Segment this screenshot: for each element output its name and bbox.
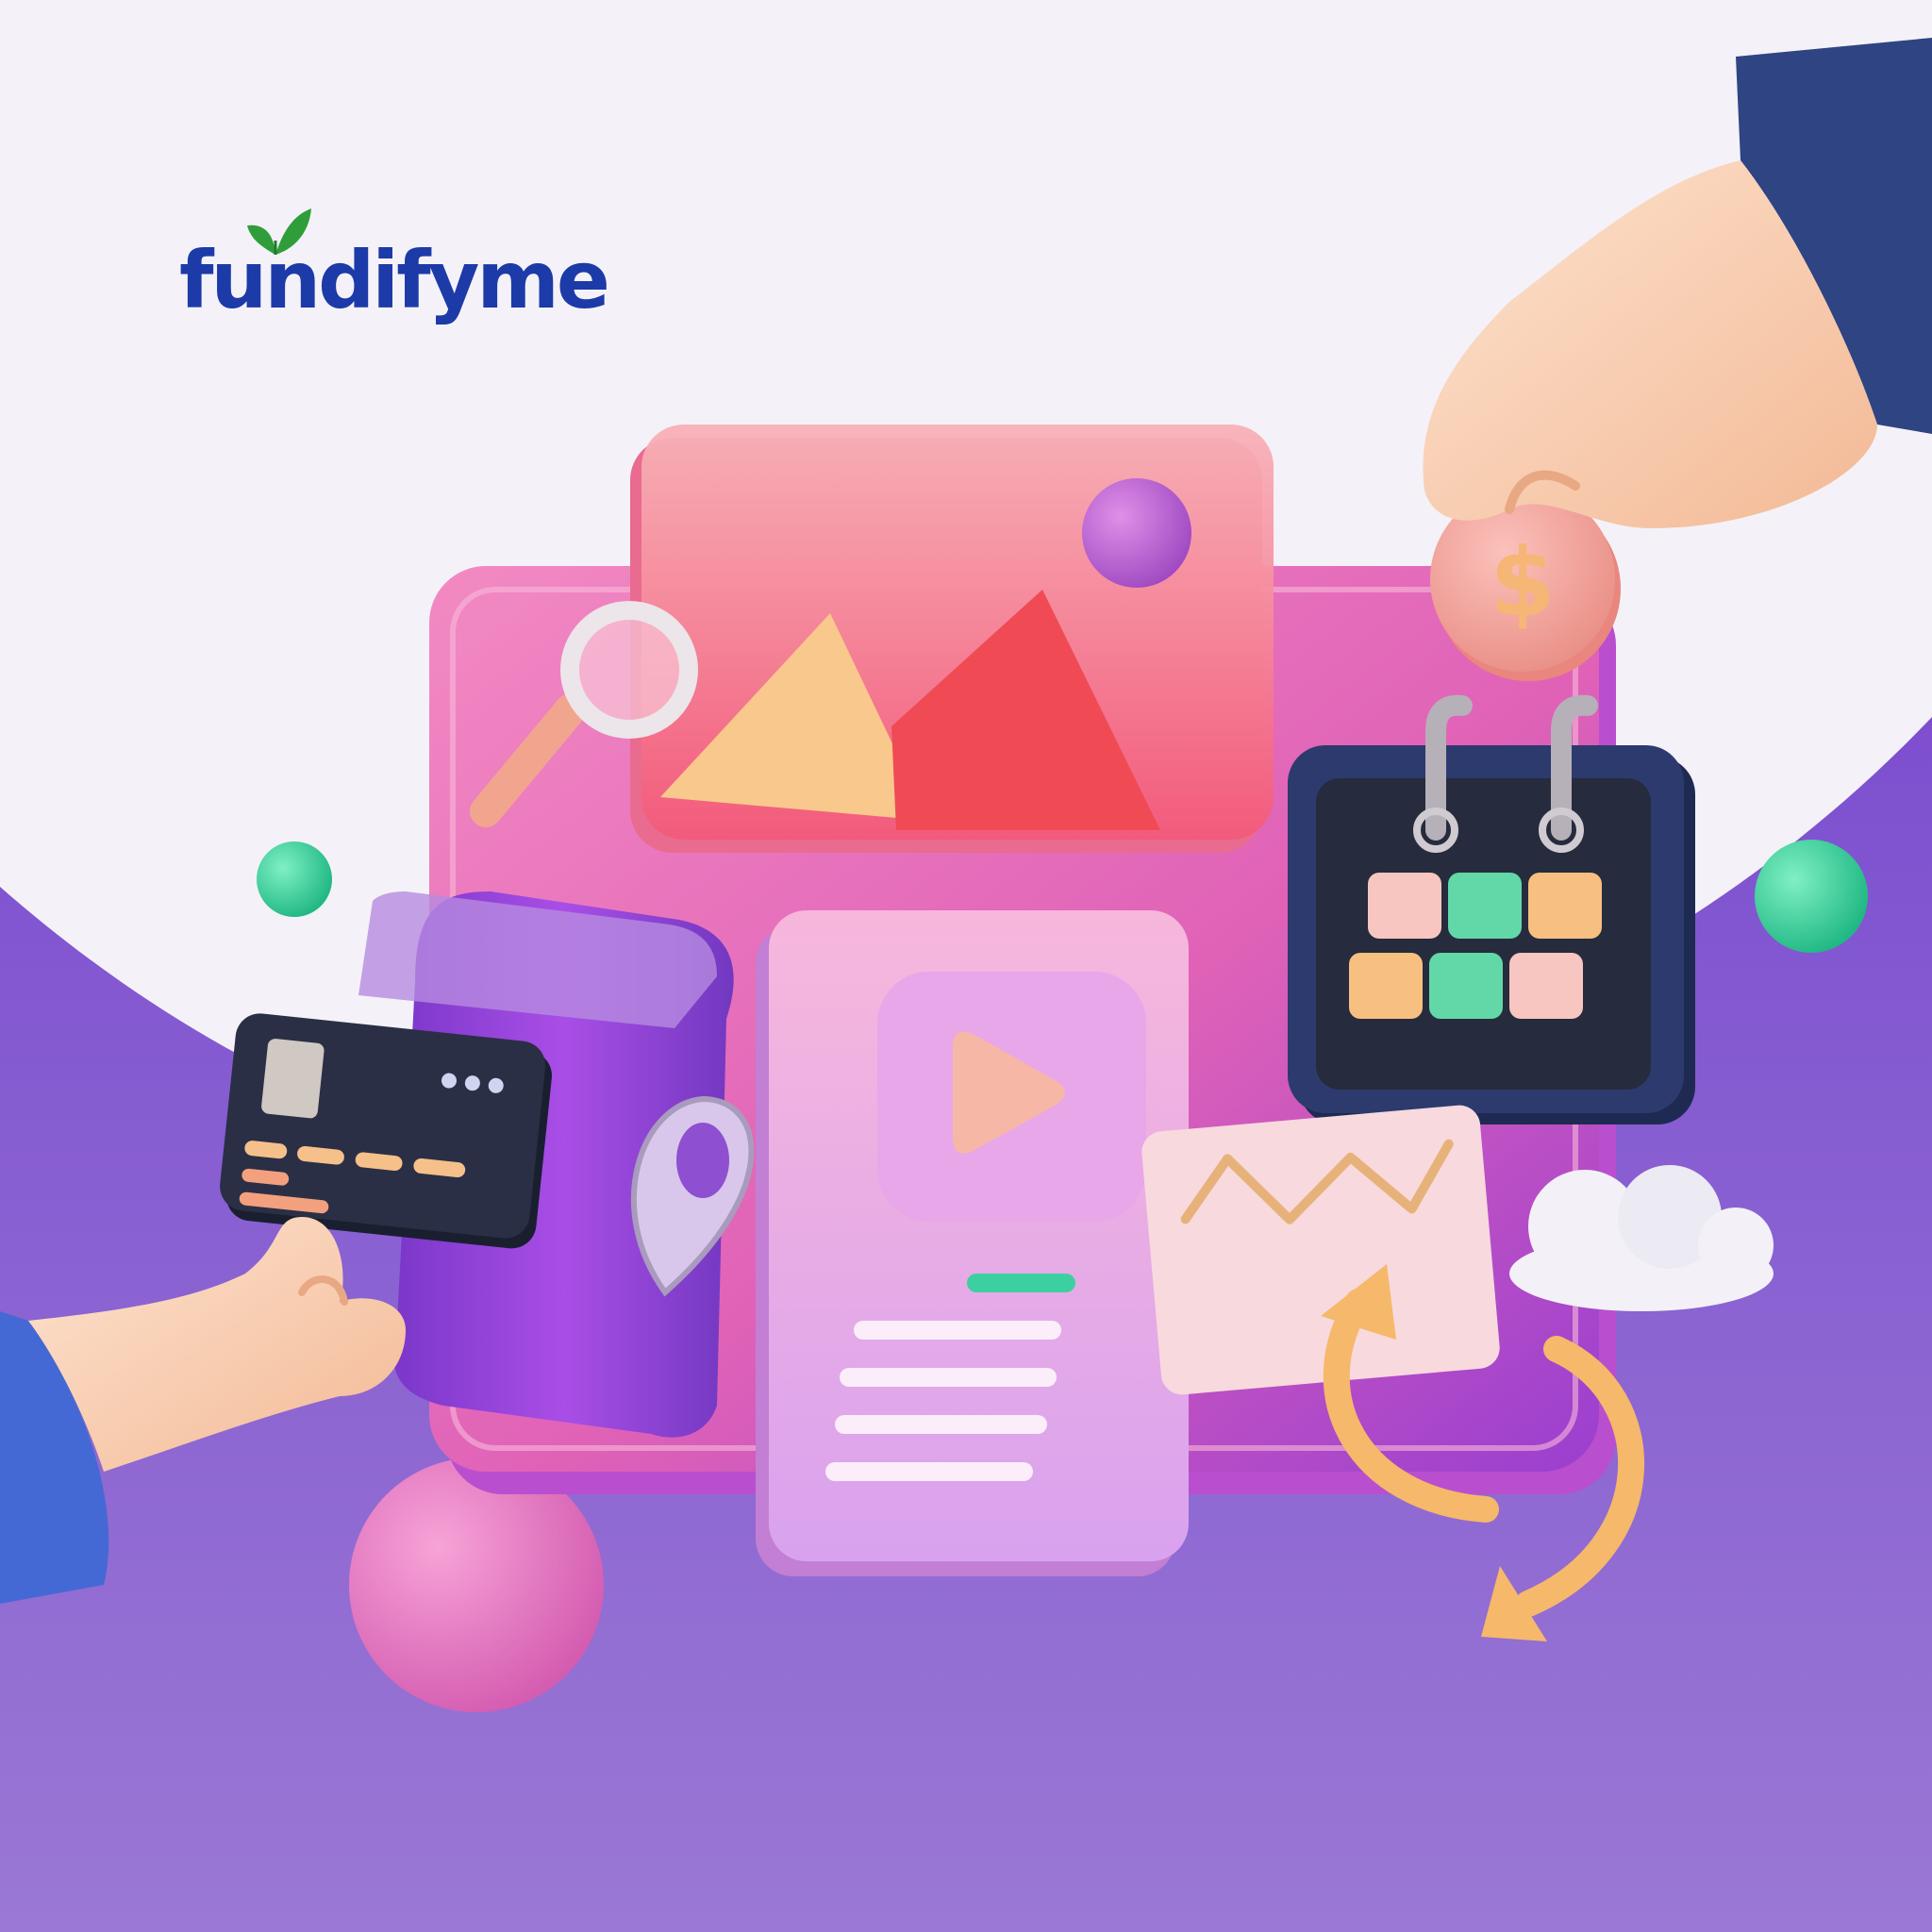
image-card-icon	[630, 425, 1274, 853]
brand-logo: fundifyme	[179, 203, 610, 344]
illustration-stage: $ fundifyme	[0, 0, 1932, 1932]
brand-name: fundifyme	[179, 234, 610, 326]
credit-card-icon	[220, 1013, 553, 1249]
pink-ball	[349, 1457, 604, 1712]
calendar-icon	[1288, 694, 1695, 1124]
line-chart-icon	[1141, 1105, 1500, 1395]
green-ball-right	[1755, 840, 1868, 953]
video-play-icon	[756, 910, 1189, 1576]
coin-symbol: $	[1490, 527, 1556, 638]
green-ball-left	[257, 841, 332, 917]
